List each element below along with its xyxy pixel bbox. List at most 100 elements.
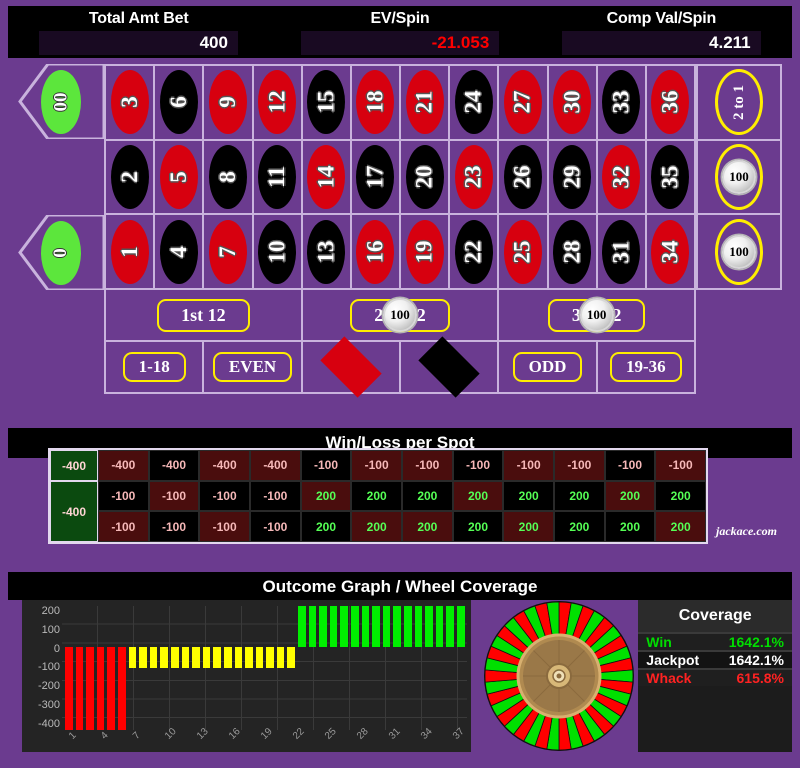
chart-bar (414, 606, 423, 648)
number-cell-35[interactable]: 35 (646, 140, 696, 216)
outside-bet-odd[interactable]: ODD (499, 342, 598, 394)
number-cell-3[interactable]: 3 (106, 66, 156, 141)
chart-bar-slot (181, 606, 191, 730)
outside-bet-19-36[interactable]: 19-36 (597, 342, 696, 394)
winloss-cell-16: 200 (351, 511, 402, 542)
number-cell-9[interactable]: 9 (204, 66, 254, 141)
coverage-row-jack: Jackpot 16 42.1% (638, 650, 792, 668)
zero-oval: 0 (41, 220, 81, 285)
number-cell-20[interactable]: 20 (401, 140, 451, 216)
bet-chip[interactable]: 100 (382, 298, 417, 332)
outside-bet-1-18[interactable]: 1-18 (106, 342, 205, 394)
winloss-cell-30: -100 (554, 450, 605, 481)
number-cell-26[interactable]: 26 (499, 140, 549, 216)
number-cell-6[interactable]: 6 (155, 66, 205, 141)
outcome-chart: 200 100 0 -100 -200 -300 -400 1 4 7 10 13 16 19 22 25 2… (22, 600, 472, 754)
column-bet-2[interactable]: 2 to 1100 (696, 140, 780, 216)
winloss-cell-17: 200 (351, 480, 402, 512)
number-cell-2[interactable]: 2 (106, 140, 156, 216)
number-cell-5[interactable]: 5 (155, 140, 205, 216)
number-label: 32 (608, 165, 634, 189)
number-cell-29[interactable]: 29 (548, 140, 598, 216)
number-cell-12[interactable]: 12 (253, 66, 303, 141)
chart-bar (276, 647, 285, 668)
number-cell-34[interactable]: 34 (646, 215, 696, 290)
coverage-table: Coverage Win 16 42.1% Jackpot 16 42.1% Whack 6 1… (638, 600, 792, 752)
outside-bet-pill: ODD (512, 352, 583, 382)
number-cell-11[interactable]: 11 (253, 140, 303, 216)
coverage-name: Jackpot (646, 652, 700, 668)
dozen-bet-3[interactable]: 3rd 12100 (499, 290, 696, 342)
column-bets: 2 to 1 2 to 1100 2 to 1100 (696, 64, 782, 290)
number-label: 27 (509, 90, 535, 114)
number-cell-22[interactable]: 22 (450, 215, 500, 290)
bet-chip[interactable]: 100 (722, 234, 756, 269)
number-label: 14 (313, 165, 339, 189)
chart-bar-slot (318, 606, 328, 730)
number-cell-16[interactable]: 16 (351, 215, 401, 290)
number-oval: 20 (405, 144, 444, 209)
bet-chip[interactable]: 100 (579, 298, 614, 332)
number-cell-30[interactable]: 30 (548, 66, 598, 141)
chart-bar (181, 647, 190, 668)
number-oval: 19 (405, 219, 444, 284)
winloss-cell-15: -100 (300, 450, 352, 481)
number-cell-23[interactable]: 23 (450, 140, 500, 216)
winloss-cell-33: -100 (604, 450, 656, 481)
y-tick-label: 0 (53, 642, 60, 655)
chart-bar (75, 647, 84, 730)
number-cell-36[interactable]: 36 (646, 66, 696, 141)
number-cell-4[interactable]: 4 (155, 215, 205, 290)
number-cell-19[interactable]: 19 (401, 215, 451, 290)
winloss-cell-22: 200 (452, 511, 504, 542)
number-cell-15[interactable]: 15 (302, 66, 352, 141)
outside-bet-black[interactable] (401, 336, 500, 398)
dozen-bet-2[interactable]: 2nd 12100 (302, 290, 500, 342)
chart-bar (65, 647, 73, 730)
number-cell-14[interactable]: 14 (302, 140, 352, 216)
outside-bet-red[interactable] (302, 336, 401, 398)
number-cell-31[interactable]: 31 (597, 215, 647, 290)
number-cell-25[interactable]: 25 (499, 215, 549, 290)
x-axis-labels: 1 4 7 10 13 16 19 22 25 28 31 34 37 (62, 726, 467, 754)
number-label: 11 (264, 166, 290, 188)
number-cell-24[interactable]: 24 (450, 66, 500, 141)
chart-bar (139, 647, 147, 668)
winloss-cell-27: -100 (503, 450, 554, 481)
number-cell-10[interactable]: 10 (253, 215, 303, 290)
dozen-bet-1[interactable]: 1st 12 (106, 290, 303, 342)
column-bet-oval: 2 to 1 (715, 69, 763, 136)
bet-chip[interactable]: 100 (722, 159, 756, 194)
zero-cell-0[interactable]: 0 (18, 215, 104, 290)
number-cell-1[interactable]: 1 (106, 215, 156, 290)
column-bet-1[interactable]: 2 to 1 (696, 66, 780, 141)
outside-bet-even[interactable]: EVEN (204, 342, 303, 394)
number-cell-18[interactable]: 18 (351, 66, 401, 141)
number-label: 18 (362, 90, 388, 114)
number-oval: 25 (503, 219, 542, 284)
number-cell-27[interactable]: 27 (499, 66, 549, 141)
number-cell-7[interactable]: 7 (204, 215, 254, 290)
number-cell-8[interactable]: 8 (204, 140, 254, 216)
y-axis-labels: 200 100 0 -100 -200 -300 -400 (22, 606, 60, 730)
number-cell-33[interactable]: 33 (597, 66, 647, 141)
number-oval: 11 (258, 144, 297, 209)
chart-bar-slot (371, 606, 381, 730)
zero-cell-00[interactable]: 00 (18, 64, 104, 139)
winloss-cell-14: 200 (300, 480, 352, 512)
chart-bar-slot (308, 606, 318, 730)
outside-bet-pill: EVEN (212, 352, 293, 382)
number-cell-28[interactable]: 28 (548, 215, 598, 290)
number-label: 35 (657, 165, 683, 189)
number-cell-17[interactable]: 17 (351, 140, 401, 216)
number-cell-32[interactable]: 32 (597, 140, 647, 216)
number-cell-13[interactable]: 13 (302, 215, 352, 290)
chart-bar (234, 647, 243, 668)
column-bet-3[interactable]: 2 to 1100 (696, 215, 780, 290)
chart-bar-slot (424, 606, 434, 730)
number-cell-21[interactable]: 21 (401, 66, 451, 141)
outside-bet-pill: 19-36 (609, 352, 682, 382)
number-label: 19 (411, 240, 437, 264)
number-oval: 9 (208, 70, 247, 135)
chart-bar (96, 647, 105, 730)
